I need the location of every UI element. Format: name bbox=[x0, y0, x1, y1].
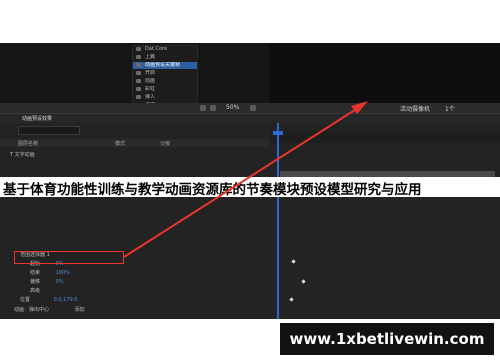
page: Dat.Core 上翼 动画预设关键帧 开启 动画 彩虹 弹入 弹跳 弹簧 50… bbox=[0, 0, 500, 362]
watermark-box: www.1xbetlivewin.com bbox=[280, 323, 494, 355]
watermark-url: www.1xbetlivewin.com bbox=[289, 330, 485, 348]
annotation-arrow bbox=[123, 101, 368, 258]
